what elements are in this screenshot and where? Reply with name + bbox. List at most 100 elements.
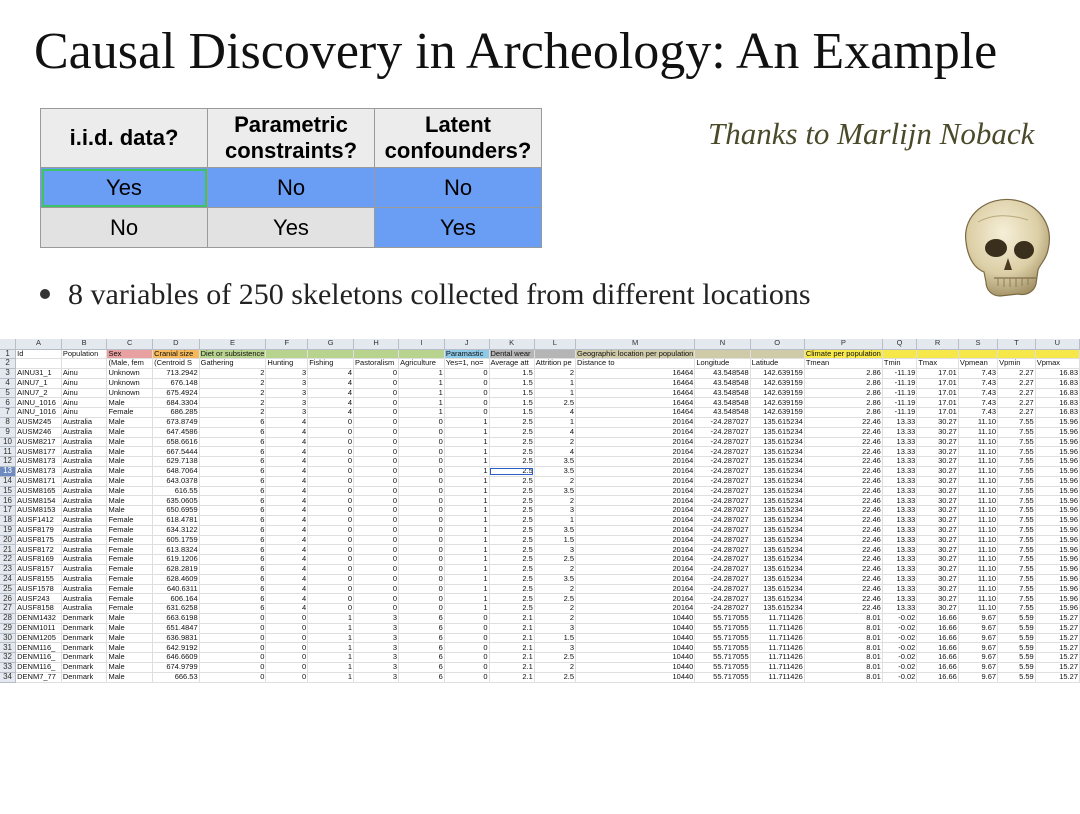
table-cell[interactable]: Longitude (694, 358, 751, 370)
table-cell[interactable]: 142.639159 (750, 397, 805, 409)
table-cell[interactable]: 0 (398, 427, 445, 438)
table-cell[interactable]: 0 (307, 486, 355, 497)
table-cell[interactable]: Unknown (106, 368, 154, 379)
table-cell[interactable]: Australia (61, 525, 108, 536)
table-cell[interactable]: 15.96 (1035, 603, 1080, 615)
row-number[interactable]: 25 (0, 584, 17, 595)
table-cell[interactable]: Australia (61, 437, 108, 448)
table-cell[interactable]: 2.86 (804, 407, 883, 419)
table-cell[interactable]: 6 (199, 554, 267, 566)
table-cell[interactable]: 4 (265, 544, 309, 556)
column-header-q[interactable]: Q (882, 339, 918, 350)
table-cell[interactable]: Yes (374, 207, 542, 248)
table-cell[interactable]: 0 (307, 505, 355, 517)
table-cell[interactable]: Female (106, 593, 154, 605)
row-number[interactable]: 12 (0, 456, 17, 468)
table-cell[interactable]: 0 (398, 437, 445, 448)
table-cell[interactable]: Australia (61, 603, 108, 615)
table-cell[interactable]: 0 (199, 613, 267, 624)
table-cell[interactable]: 16.66 (916, 613, 959, 624)
column-header-s[interactable]: S (958, 339, 999, 350)
table-cell[interactable]: Female (106, 515, 154, 526)
table-cell[interactable]: 0 (353, 544, 400, 556)
table-cell[interactable]: 13.33 (882, 446, 918, 458)
table-cell[interactable]: 135.615234 (750, 456, 805, 468)
table-cell[interactable]: 1 (444, 495, 490, 507)
table-cell[interactable]: 11.10 (958, 525, 999, 536)
table-cell[interactable]: 11.711426 (750, 652, 805, 663)
table-cell[interactable]: 0 (307, 495, 355, 507)
table-cell[interactable]: Gathering (199, 358, 267, 370)
table-cell[interactable]: 9.67 (958, 652, 999, 663)
table-cell[interactable]: 6 (199, 593, 267, 605)
table-cell[interactable]: AUSF8157 (15, 564, 62, 575)
table-cell[interactable]: 11.10 (958, 554, 999, 566)
table-cell[interactable]: 55.717055 (694, 672, 751, 683)
table-cell[interactable]: 15.96 (1035, 476, 1080, 487)
spreadsheet-grid[interactable]: A B C D E F G H I J K L M N O P Q R S T U 1 Id Population Sex Cra… (0, 339, 1080, 683)
table-cell[interactable]: 4 (265, 593, 309, 605)
table-cell[interactable]: 2 (534, 476, 577, 487)
table-cell[interactable]: 22.46 (804, 456, 883, 468)
table-cell[interactable]: 30.27 (916, 446, 959, 458)
table-cell[interactable]: 647.4586 (152, 427, 200, 438)
table-cell[interactable] (1035, 349, 1080, 360)
table-cell[interactable]: 2.5 (489, 574, 535, 585)
table-cell[interactable]: 8.01 (804, 613, 883, 624)
table-cell[interactable]: 0 (353, 456, 400, 468)
table-cell[interactable]: 0 (398, 544, 445, 556)
table-cell[interactable]: 11.10 (958, 486, 999, 497)
table-cell[interactable]: DENM116_ (15, 662, 62, 673)
table-cell[interactable]: 11.711426 (750, 623, 805, 634)
row-number[interactable]: 5 (0, 388, 17, 399)
table-cell[interactable]: -11.19 (882, 397, 918, 409)
column-header-e[interactable]: E (199, 339, 267, 350)
table-cell[interactable]: 11.10 (958, 535, 999, 546)
table-cell[interactable]: Australia (61, 495, 108, 507)
table-cell[interactable]: -0.02 (882, 652, 918, 663)
table-cell[interactable]: 6 (398, 672, 445, 683)
table-cell[interactable]: 6 (398, 613, 445, 624)
table-cell[interactable]: -0.02 (882, 672, 918, 683)
table-cell[interactable]: 3 (534, 623, 577, 634)
table-cell[interactable]: Cranial size (152, 349, 200, 360)
table-cell[interactable]: 11.10 (958, 574, 999, 585)
table-cell[interactable]: 1 (444, 603, 490, 615)
column-header-o[interactable]: O (750, 339, 805, 350)
table-cell[interactable]: 2 (534, 662, 577, 673)
table-cell[interactable]: 20164 (575, 593, 696, 605)
table-cell[interactable]: AUSF8158 (15, 603, 62, 615)
table-cell[interactable]: Australia (61, 417, 108, 428)
table-cell[interactable]: 605.1759 (152, 535, 200, 546)
table-cell[interactable]: 16.66 (916, 662, 959, 673)
table-cell[interactable]: 30.27 (916, 456, 959, 468)
table-cell[interactable]: 43.548548 (694, 407, 751, 419)
table-cell[interactable]: 2.5 (534, 593, 577, 605)
table-cell[interactable]: Denmark (61, 672, 108, 683)
table-cell[interactable]: 0 (398, 456, 445, 468)
table-cell[interactable]: 7.55 (997, 535, 1036, 546)
table-cell[interactable]: 0 (444, 397, 490, 409)
row-number[interactable]: 15 (0, 486, 17, 497)
table-cell[interactable]: 666.53 (152, 672, 200, 683)
table-cell[interactable]: Fishing (307, 358, 355, 370)
table-cell[interactable]: 16.66 (916, 652, 959, 663)
table-cell[interactable]: 30.27 (916, 554, 959, 566)
table-cell[interactable]: 2 (534, 495, 577, 507)
table-cell[interactable]: 8.01 (804, 662, 883, 673)
table-cell[interactable]: 3 (534, 544, 577, 556)
row-number[interactable]: 32 (0, 652, 17, 663)
table-cell[interactable]: 22.46 (804, 486, 883, 497)
table-cell[interactable]: 1.5 (489, 368, 535, 379)
table-cell[interactable]: 0 (444, 652, 490, 663)
table-cell[interactable]: 16464 (575, 368, 696, 379)
table-cell[interactable]: 15.96 (1035, 564, 1080, 575)
table-cell[interactable]: AINU7_1 (15, 378, 62, 389)
table-cell[interactable]: 1 (534, 378, 577, 389)
table-cell[interactable]: 1 (444, 466, 490, 477)
table-cell[interactable]: 6 (199, 486, 267, 497)
table-cell[interactable]: 634.3122 (152, 525, 200, 536)
table-cell[interactable]: 13.33 (882, 466, 918, 477)
table-cell[interactable]: 4 (265, 603, 309, 615)
table-cell[interactable]: 7.55 (997, 564, 1036, 575)
